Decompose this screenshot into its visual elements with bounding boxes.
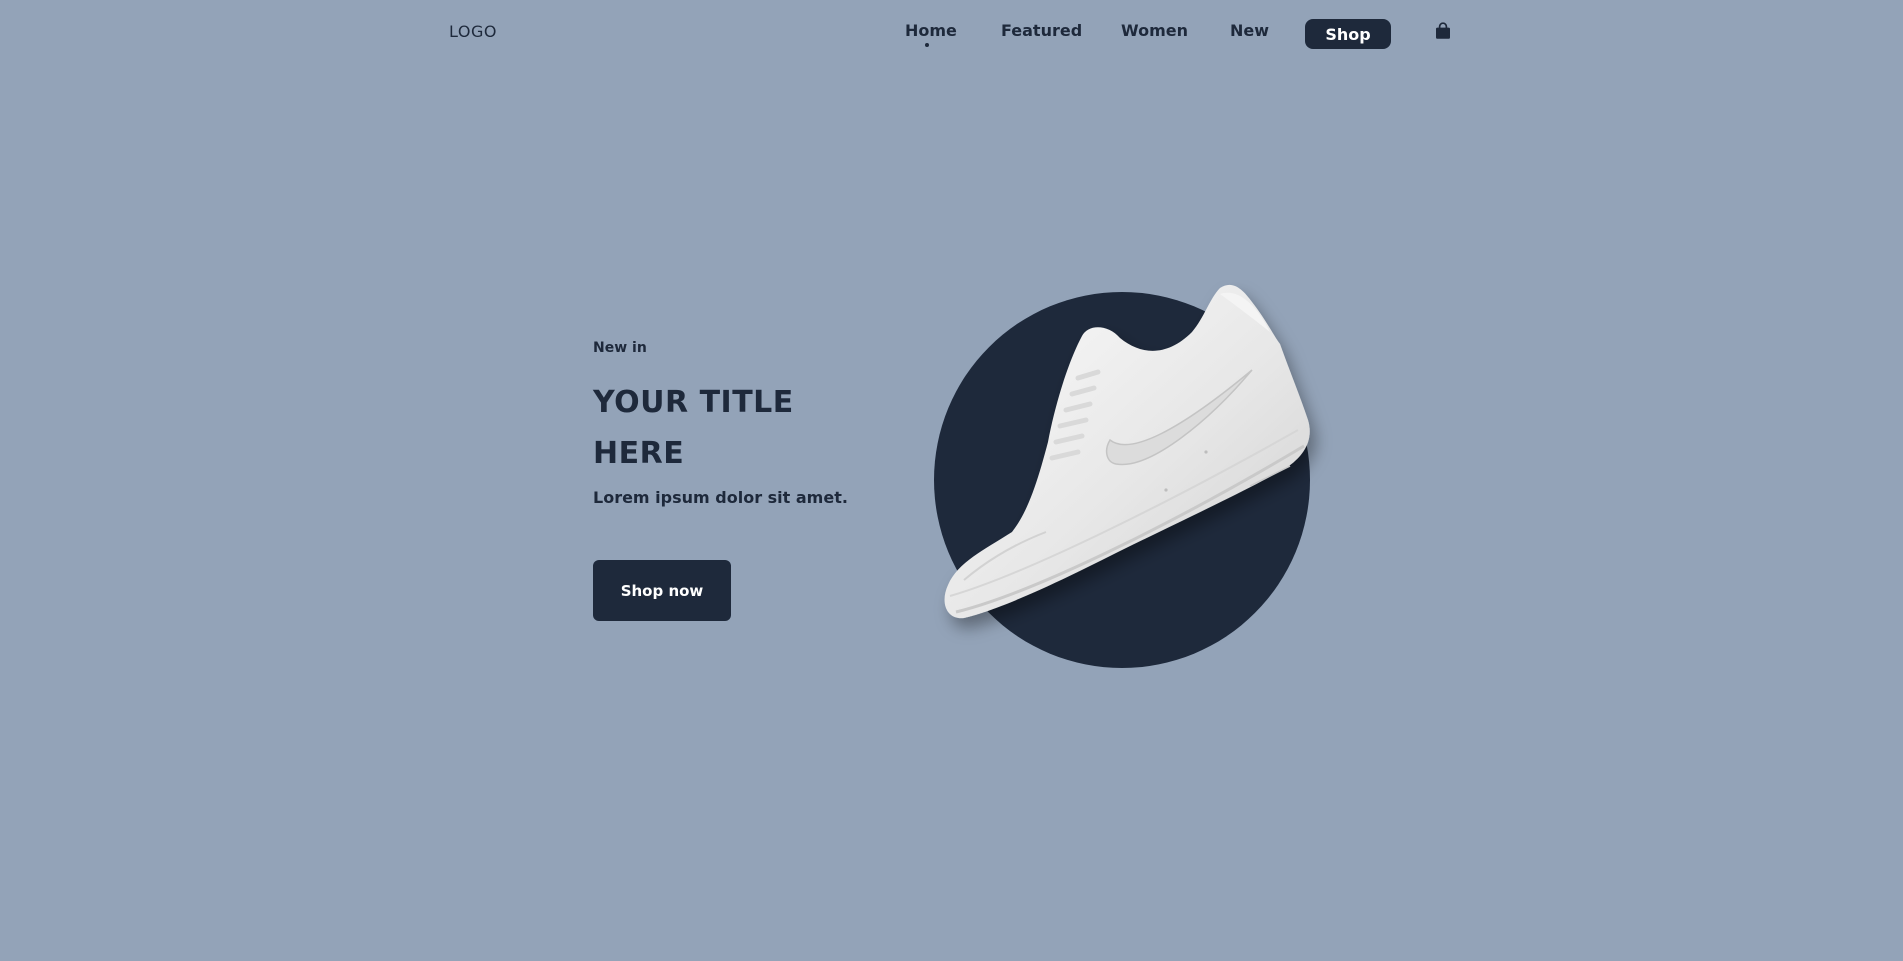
hero-sneaker-image [934,284,1310,668]
shopping-bag-icon[interactable] [1434,22,1452,40]
nav-new-link[interactable]: New [1230,21,1269,40]
hero-subtitle: Lorem ipsum dolor sit amet. [593,488,848,507]
nav-women-link[interactable]: Women [1121,21,1188,40]
active-indicator-dot [925,43,929,47]
nav-shop-button[interactable]: Shop [1305,19,1391,49]
hero-title: YOUR TITLE HERE [593,385,794,471]
nav-home-link[interactable]: Home [905,21,957,40]
main-nav: Home Featured Women New Shop [0,0,1903,66]
shop-now-button[interactable]: Shop now [593,560,731,621]
hero-eyebrow: New in [593,340,647,356]
nav-featured-link[interactable]: Featured [1001,21,1082,40]
